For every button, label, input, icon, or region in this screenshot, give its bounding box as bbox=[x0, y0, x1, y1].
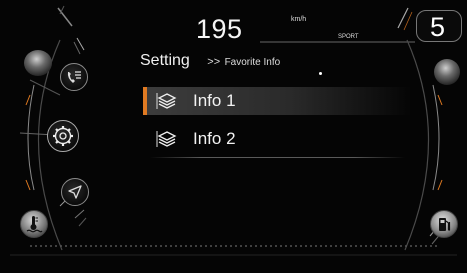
selection-bar bbox=[143, 87, 147, 115]
breadcrumb-sub: Favorite Info bbox=[224, 57, 281, 68]
drive-mode: SPORT bbox=[338, 34, 359, 40]
list-divider bbox=[150, 157, 405, 158]
phone-list-button[interactable] bbox=[60, 63, 88, 91]
temperature-indicator bbox=[20, 210, 48, 238]
breadcrumb: Setting >> Favorite Info bbox=[140, 52, 280, 70]
phone-list-icon bbox=[67, 71, 81, 83]
gear-indicator: 5 bbox=[416, 10, 462, 42]
speed-readout: 195 bbox=[196, 14, 243, 44]
menu-item-label: Info 1 bbox=[193, 91, 236, 110]
cursor-dot bbox=[319, 72, 322, 75]
cluster-screen: 195 km/h SPORT 5 Setting >> Favorite Inf… bbox=[0, 0, 467, 273]
navigation-button[interactable] bbox=[61, 178, 89, 206]
menu-item-info-2[interactable]: Info 2 bbox=[143, 125, 411, 153]
gear-value: 5 bbox=[430, 12, 446, 42]
fuel-pump-icon bbox=[439, 218, 451, 231]
layers-icon bbox=[156, 93, 177, 109]
layers-icon bbox=[156, 131, 177, 147]
navigation-icon bbox=[68, 185, 82, 199]
settings-button[interactable] bbox=[47, 120, 79, 152]
fuel-indicator bbox=[430, 210, 458, 238]
temperature-icon bbox=[26, 216, 43, 233]
breadcrumb-separator: >> bbox=[207, 56, 221, 68]
menu-item-info-1[interactable]: Info 1 bbox=[143, 87, 411, 115]
breadcrumb-current: Setting bbox=[140, 52, 190, 69]
speed-unit: km/h bbox=[291, 16, 307, 23]
menu-item-label: Info 2 bbox=[193, 129, 236, 148]
gear-icon bbox=[53, 126, 73, 146]
